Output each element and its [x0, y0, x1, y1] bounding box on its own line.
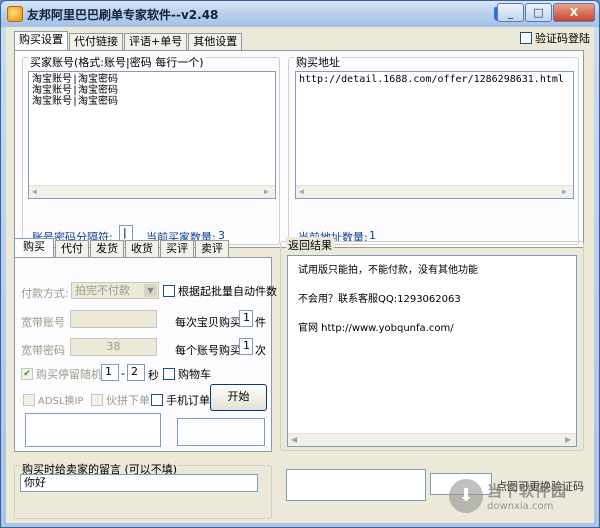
result-line: 不会用？联系客服QQ:1293062063	[298, 294, 461, 305]
broadband-account-input[interactable]	[70, 310, 157, 328]
adsl-box[interactable]	[23, 393, 35, 406]
adsl-label: ADSL换IP	[38, 396, 84, 407]
buyer-account-line: 淘宝账号|淘宝密码	[32, 85, 119, 96]
start-button[interactable]: 开始	[210, 384, 267, 411]
scroll-left-icon[interactable]: ◀	[299, 188, 307, 196]
tab-purchase[interactable]: 购买	[14, 238, 54, 257]
tab-review-order[interactable]: 评语+单号	[124, 33, 188, 50]
per-account-input[interactable]: 1	[239, 338, 253, 355]
scroll-right-icon[interactable]: ▶	[565, 436, 573, 444]
client-area: 购买设置 代付链接 评语+单号 其他设置 验证码登陆 买家账号(格式:账号|密码…	[6, 27, 594, 523]
per-item-label: 每次宝贝购买	[175, 316, 241, 329]
verify-login-checkbox[interactable]: 验证码登陆	[520, 30, 590, 46]
chevron-down-icon[interactable]: ▼	[144, 284, 157, 297]
tab-buy-settings[interactable]: 购买设置	[14, 31, 68, 50]
auto-qty-label: 根据起批量自动件数	[178, 285, 277, 298]
scroll-right-icon[interactable]: ▶	[264, 188, 272, 196]
per-item-unit: 件	[255, 316, 266, 329]
random-max-input[interactable]: 2	[127, 364, 145, 381]
random-wait-checkbox[interactable]: ✔ 购买停留随机	[21, 366, 102, 382]
tab-buyer-review[interactable]: 买评	[160, 240, 194, 257]
cart-label: 购物车	[178, 368, 211, 381]
random-range-dash: -	[121, 367, 125, 380]
cart-checkbox[interactable]: 购物车	[163, 366, 211, 382]
results-textarea[interactable]: 试用版只能拍，不能付款，没有其他功能 不会用？联系客服QQ:1293062063…	[287, 255, 577, 447]
download-arrow-icon: ⬇	[449, 479, 483, 513]
buyer-account-line: 淘宝账号|淘宝密码	[32, 74, 119, 85]
watermark-cn: 当下软件园	[487, 482, 568, 500]
random-min-input[interactable]: 1	[101, 364, 119, 381]
auto-qty-checkbox[interactable]: 根据起批量自动件数	[163, 283, 277, 299]
title-bar[interactable]: 友邦阿里巴巴刷单专家软件--v2.48 _ □ X	[1, 1, 599, 27]
random-unit: 秒	[148, 369, 159, 382]
tab-proxy-pay-link[interactable]: 代付链接	[69, 33, 123, 50]
per-account-label: 每个账号购买	[175, 344, 241, 357]
broadband-password-input[interactable]: 38	[70, 338, 157, 356]
results-hscrollbar[interactable]: ◀ ▶	[288, 433, 576, 446]
buy-settings-panel: 买家账号(格式:账号|密码 每行一个) 淘宝账号|淘宝密码 淘宝账号|淘宝密码 …	[14, 50, 584, 248]
adsl-checkbox[interactable]: ADSL换IP	[23, 392, 83, 407]
tab-seller-review[interactable]: 卖评	[195, 240, 229, 257]
buyer-account-line: 淘宝账号|淘宝密码	[32, 96, 119, 107]
buy-address-label: 购买地址	[294, 54, 342, 70]
tab-proxy-pay[interactable]: 代付	[55, 240, 89, 257]
scroll-right-icon[interactable]: ▶	[562, 188, 570, 196]
app-icon	[7, 6, 23, 22]
verify-login-box[interactable]	[520, 32, 532, 44]
auto-qty-box[interactable]	[163, 285, 175, 297]
mobile-order-box[interactable]	[151, 394, 163, 406]
buy-address-hscrollbar[interactable]: ◀ ▶	[296, 185, 573, 198]
watermark: ⬇ 当下软件园 downxia.com	[449, 479, 567, 513]
captcha-input-box[interactable]	[177, 418, 265, 446]
checkmark-icon[interactable]: ✔	[21, 368, 33, 380]
minimize-button[interactable]: _	[497, 3, 524, 22]
random-wait-label: 购买停留随机	[36, 368, 102, 381]
mobile-order-label: 手机订单	[166, 394, 210, 407]
per-item-input[interactable]: 1	[239, 310, 253, 327]
buyer-accounts-label: 买家账号(格式:账号|密码 每行一个)	[28, 54, 206, 70]
purchase-panel: 付款方式: 拍完不付款 ▼ 根据起批量自动件数 宽带账号 每次宝贝购买 1 件 …	[14, 257, 277, 452]
mobile-order-checkbox[interactable]: 手机订单	[151, 392, 210, 408]
pair-order-box[interactable]	[91, 394, 103, 406]
payment-method-select[interactable]: 拍完不付款 ▼	[71, 282, 159, 299]
pair-order-checkbox[interactable]: 伙拼下单	[91, 392, 150, 408]
status-box	[25, 413, 161, 447]
captcha-image[interactable]	[286, 469, 426, 501]
verify-login-label: 验证码登陆	[535, 32, 590, 45]
tab-other-settings[interactable]: 其他设置	[188, 33, 243, 50]
broadband-account-label: 宽带账号	[21, 316, 65, 329]
broadband-password-label: 宽带密码	[21, 344, 65, 357]
result-line: 官网 http://www.yobqunfa.com/	[298, 323, 454, 334]
message-input[interactable]: 你好	[20, 474, 258, 492]
buy-address-line: http://detail.1688.com/offer/1286298631.…	[299, 74, 564, 85]
close-button[interactable]: X	[553, 3, 595, 22]
per-account-unit: 次	[255, 344, 266, 357]
buyer-accounts-hscrollbar[interactable]: ◀ ▶	[29, 185, 275, 198]
window-title: 友邦阿里巴巴刷单专家软件--v2.48	[27, 8, 219, 22]
cart-box[interactable]	[163, 368, 175, 380]
pair-order-label: 伙拼下单	[106, 394, 150, 407]
maximize-button[interactable]: □	[525, 3, 552, 22]
scroll-left-icon[interactable]: ◀	[32, 188, 40, 196]
watermark-en: downxia.com	[487, 501, 554, 512]
buyer-accounts-textarea[interactable]: 淘宝账号|淘宝密码 淘宝账号|淘宝密码 淘宝账号|淘宝密码 ◀ ▶	[28, 71, 276, 199]
tab-receive[interactable]: 收货	[125, 240, 159, 257]
buy-address-textarea[interactable]: http://detail.1688.com/offer/1286298631.…	[295, 71, 574, 199]
payment-method-value: 拍完不付款	[75, 284, 130, 297]
result-line: 试用版只能拍，不能付款，没有其他功能	[298, 265, 478, 276]
payment-method-label: 付款方式:	[21, 287, 69, 300]
results-label: 返回结果	[286, 237, 334, 253]
main-window: 友邦阿里巴巴刷单专家软件--v2.48 _ □ X 购买设置 代付链接 评语+单…	[0, 0, 600, 528]
scroll-left-icon[interactable]: ◀	[291, 436, 299, 444]
tab-ship[interactable]: 发货	[90, 240, 124, 257]
